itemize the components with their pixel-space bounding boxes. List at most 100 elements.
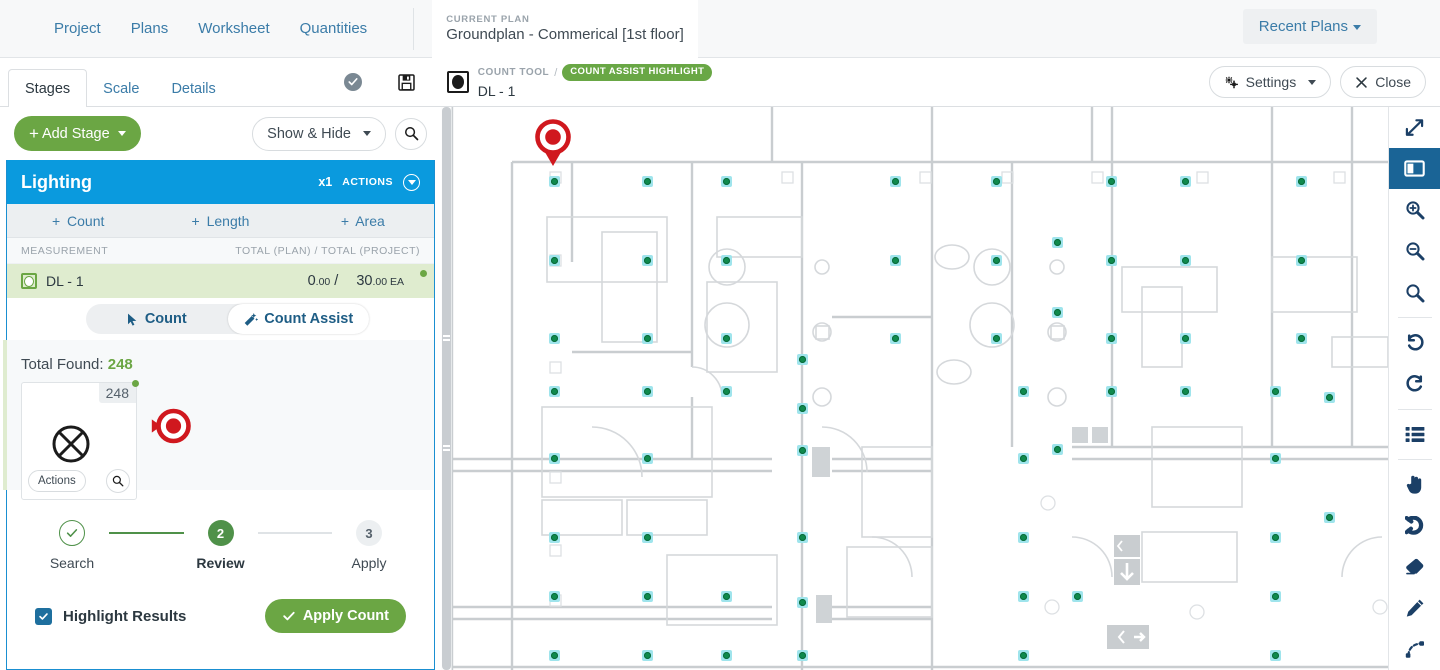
count-marker[interactable] (1018, 386, 1029, 397)
pointer-hand-icon[interactable] (1389, 464, 1440, 505)
count-marker[interactable] (1270, 453, 1281, 464)
count-marker[interactable] (549, 453, 560, 464)
plan-canvas[interactable] (452, 107, 1388, 670)
nav-link-worksheet[interactable]: Worksheet (198, 20, 269, 37)
count-marker[interactable] (642, 532, 653, 543)
count-marker[interactable] (1270, 532, 1281, 543)
count-marker[interactable] (549, 650, 560, 661)
count-marker[interactable] (1180, 386, 1191, 397)
count-marker[interactable] (1296, 333, 1307, 344)
count-marker[interactable] (642, 386, 653, 397)
curve-icon[interactable] (1389, 629, 1440, 670)
mode-count-assist-option[interactable]: Count Assist (227, 304, 369, 334)
count-marker[interactable] (549, 176, 560, 187)
count-marker[interactable] (1180, 333, 1191, 344)
count-marker[interactable] (642, 176, 653, 187)
nav-link-quantities[interactable]: Quantities (300, 20, 368, 37)
redo-icon[interactable] (1389, 363, 1440, 404)
count-marker[interactable] (1270, 386, 1281, 397)
splitter-scroll-thumb[interactable] (442, 107, 451, 670)
count-marker[interactable] (1106, 176, 1117, 187)
undo-icon[interactable] (1389, 322, 1440, 363)
nav-link-project[interactable]: Project (54, 20, 101, 37)
add-stage-button[interactable]: + Add Stage (14, 116, 141, 151)
count-marker[interactable] (549, 255, 560, 266)
count-marker[interactable] (1324, 392, 1335, 403)
count-marker[interactable] (797, 650, 808, 661)
count-marker[interactable] (1072, 591, 1083, 602)
wizard-step-search[interactable]: Search (35, 520, 109, 571)
count-marker[interactable] (797, 597, 808, 608)
count-marker[interactable] (991, 176, 1002, 187)
close-button[interactable]: Close (1340, 66, 1426, 98)
count-marker[interactable] (642, 333, 653, 344)
validate-icon[interactable] (343, 73, 362, 91)
eraser-icon[interactable] (1389, 546, 1440, 587)
count-marker[interactable] (1180, 176, 1191, 187)
count-marker[interactable] (797, 532, 808, 543)
count-marker[interactable] (642, 453, 653, 464)
count-marker[interactable] (1180, 255, 1191, 266)
count-marker[interactable] (1106, 333, 1117, 344)
count-marker[interactable] (721, 386, 732, 397)
tab-scale[interactable]: Scale (87, 72, 155, 107)
wizard-step-review[interactable]: 2 Review (184, 520, 258, 571)
result-actions-button[interactable]: Actions (28, 470, 86, 492)
count-marker[interactable] (642, 591, 653, 602)
recent-plans-dropdown[interactable]: Recent Plans (1242, 9, 1377, 44)
count-marker[interactable] (1296, 255, 1307, 266)
active-count-pin[interactable] (532, 119, 574, 166)
result-thumbnail-card[interactable]: 248 Actions (21, 380, 139, 500)
count-marker[interactable] (1270, 591, 1281, 602)
count-marker[interactable] (1296, 176, 1307, 187)
count-marker[interactable] (721, 650, 732, 661)
add-area-button[interactable]: + Area (292, 213, 434, 229)
count-marker[interactable] (721, 255, 732, 266)
add-length-button[interactable]: + Length (149, 213, 291, 229)
nav-link-plans[interactable]: Plans (131, 20, 169, 37)
count-marker[interactable] (721, 176, 732, 187)
count-marker[interactable] (549, 532, 560, 543)
tab-stages[interactable]: Stages (8, 68, 88, 108)
stage-actions-label[interactable]: ACTIONS (342, 176, 393, 188)
panel-search-button[interactable] (395, 117, 427, 150)
magnet-icon[interactable] (1389, 505, 1440, 546)
count-marker[interactable] (1018, 453, 1029, 464)
stage-collapse-toggle[interactable] (403, 173, 420, 191)
count-marker[interactable] (642, 650, 653, 661)
count-marker[interactable] (1324, 512, 1335, 523)
pencil-icon[interactable] (1389, 588, 1440, 629)
count-marker[interactable] (549, 386, 560, 397)
zoom-select-icon[interactable] (1389, 272, 1440, 313)
count-marker[interactable] (890, 333, 901, 344)
zoom-out-icon[interactable] (1389, 231, 1440, 272)
tab-details[interactable]: Details (155, 72, 231, 107)
count-marker[interactable] (549, 591, 560, 602)
count-marker[interactable] (991, 333, 1002, 344)
count-marker[interactable] (1018, 650, 1029, 661)
mode-count-option[interactable]: Count (86, 304, 228, 334)
highlight-results-checkbox[interactable] (35, 607, 52, 625)
split-view-icon[interactable] (1388, 148, 1440, 190)
count-marker[interactable] (1018, 591, 1029, 602)
count-marker[interactable] (797, 354, 808, 365)
settings-button[interactable]: Settings (1208, 66, 1332, 98)
show-hide-dropdown[interactable]: Show & Hide (252, 116, 386, 151)
save-icon[interactable] (398, 73, 415, 91)
result-zoom-button[interactable] (106, 469, 130, 493)
count-marker[interactable] (991, 255, 1002, 266)
count-marker[interactable] (797, 403, 808, 414)
count-marker[interactable] (1106, 386, 1117, 397)
zoom-in-icon[interactable] (1389, 189, 1440, 230)
count-marker[interactable] (1052, 237, 1063, 248)
count-marker[interactable] (1270, 650, 1281, 661)
count-marker[interactable] (890, 176, 901, 187)
add-count-button[interactable]: + Count (7, 213, 149, 229)
count-marker[interactable] (721, 333, 732, 344)
list-icon[interactable] (1389, 414, 1440, 455)
count-marker[interactable] (1018, 532, 1029, 543)
count-marker[interactable] (797, 445, 808, 456)
count-marker[interactable] (642, 255, 653, 266)
count-marker[interactable] (1106, 255, 1117, 266)
count-marker[interactable] (721, 591, 732, 602)
